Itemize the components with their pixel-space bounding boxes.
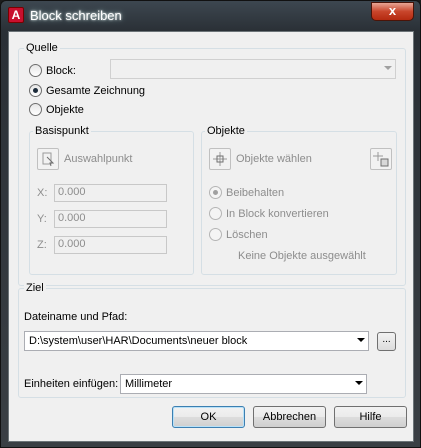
radio-beibehalten-circle: [209, 186, 222, 199]
path-label: Dateiname und Pfad:: [24, 311, 128, 323]
z-field-row: Z: 0.000: [37, 236, 167, 254]
crosshair-icon: [213, 152, 227, 166]
help-button[interactable]: Hilfe: [334, 406, 407, 428]
radio-objekte[interactable]: Objekte: [29, 102, 84, 117]
units-label: Einheiten einfügen:: [24, 378, 119, 390]
radio-in-block-konvertieren-label: In Block konvertieren: [226, 207, 329, 220]
basispunkt-group: Basispunkt Auswahlpunkt X: 0.000 Y: 0.00…: [29, 125, 194, 275]
quelle-group-title: Quelle: [24, 42, 60, 54]
selection-status-text: Keine Objekte ausgewählt: [238, 250, 366, 262]
z-label: Z:: [37, 239, 47, 251]
radio-objekte-label: Objekte: [46, 103, 84, 116]
radio-gesamte-zeichnung-circle: [29, 84, 42, 97]
path-value: D:\system\user\HAR\Documents\neuer block: [29, 335, 248, 347]
pick-point-label: Auswahlpunkt: [64, 153, 133, 165]
radio-block-circle: [29, 64, 42, 77]
cancel-button[interactable]: Abbrechen: [253, 406, 326, 428]
basispunkt-group-title: Basispunkt: [33, 125, 91, 137]
radio-block-label: Block:: [46, 64, 76, 77]
dialog-window: A Block schreiben x Quelle Block: Gesamt…: [0, 0, 421, 448]
radio-beibehalten-label: Beibehalten: [226, 186, 285, 199]
quelle-group: Quelle Block: Gesamte Zeichnung Objekte …: [18, 42, 406, 286]
close-button[interactable]: x: [371, 2, 414, 21]
dialog-body: Quelle Block: Gesamte Zeichnung Objekte …: [8, 31, 414, 442]
select-objects-label: Objekte wählen: [236, 153, 312, 165]
radio-loeschen-circle: [209, 228, 222, 241]
radio-block[interactable]: Block:: [29, 63, 76, 78]
radio-in-block-konvertieren[interactable]: In Block konvertieren: [209, 206, 329, 221]
y-input[interactable]: 0.000: [54, 210, 167, 228]
radio-objekte-circle: [29, 103, 42, 116]
x-label: X:: [37, 187, 48, 199]
quick-select-button[interactable]: [370, 148, 392, 170]
block-name-combo[interactable]: [110, 59, 396, 79]
x-input[interactable]: 0.000: [54, 184, 167, 202]
units-value: Millimeter: [125, 378, 173, 390]
ziel-group-title: Ziel: [24, 282, 46, 294]
z-input[interactable]: 0.000: [54, 236, 167, 254]
objekte-group: Objekte Objekte wählen Beibehalten In Bl…: [201, 125, 397, 275]
x-field-row: X: 0.000: [37, 184, 167, 202]
chevron-down-icon: [357, 338, 365, 342]
select-objects-button[interactable]: [209, 148, 231, 170]
pick-point-button[interactable]: [37, 148, 59, 170]
radio-loeschen[interactable]: Löschen: [209, 227, 268, 242]
y-label: Y:: [37, 213, 47, 225]
chevron-down-icon: [355, 381, 363, 385]
radio-loeschen-label: Löschen: [226, 228, 268, 241]
units-combo[interactable]: Millimeter: [120, 374, 367, 394]
ziel-group: Ziel Dateiname und Pfad: D:\system\user\…: [18, 282, 406, 398]
radio-in-block-konvertieren-circle: [209, 207, 222, 220]
radio-gesamte-zeichnung-label: Gesamte Zeichnung: [46, 84, 146, 97]
ok-button[interactable]: OK: [172, 406, 245, 428]
browse-button[interactable]: ...: [377, 332, 396, 351]
y-field-row: Y: 0.000: [37, 210, 167, 228]
chevron-down-icon: [384, 66, 392, 70]
radio-beibehalten[interactable]: Beibehalten: [209, 185, 284, 200]
autocad-logo-icon: A: [8, 7, 24, 23]
quick-select-icon: [373, 152, 389, 167]
radio-gesamte-zeichnung[interactable]: Gesamte Zeichnung: [29, 83, 145, 98]
pick-point-icon: [42, 152, 55, 167]
objekte-group-title: Objekte: [205, 125, 247, 137]
window-title: Block schreiben: [30, 8, 122, 23]
title-bar[interactable]: A Block schreiben x: [1, 1, 420, 31]
path-combo[interactable]: D:\system\user\HAR\Documents\neuer block: [24, 331, 369, 351]
